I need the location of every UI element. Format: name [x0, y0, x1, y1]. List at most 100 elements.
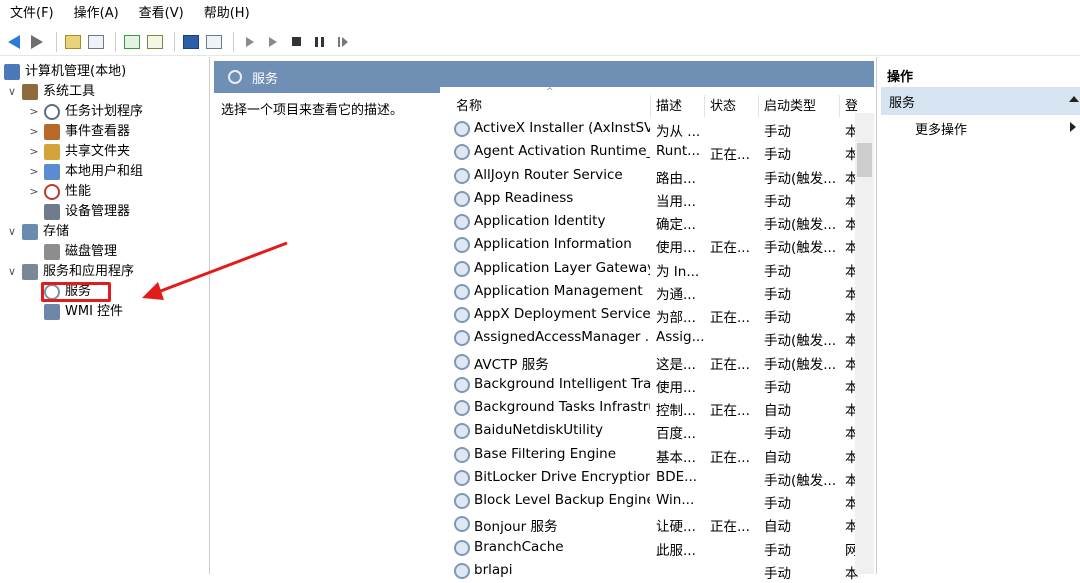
column-divider[interactable] — [839, 95, 840, 117]
service-status: 正在... — [710, 147, 750, 164]
service-status: 正在... — [710, 519, 750, 536]
column-divider[interactable] — [758, 95, 759, 117]
table-row[interactable]: AllJoyn Router Service 路由... 手动(触发... 本 — [440, 165, 874, 188]
service-startup-type: 手动 — [764, 147, 791, 164]
restart-service-button[interactable] — [332, 32, 352, 52]
service-startup-type: 手动 — [764, 379, 791, 396]
properties-button[interactable] — [204, 32, 224, 52]
services-header-title: 服务 — [252, 71, 279, 87]
expand-icon[interactable]: > — [28, 182, 40, 202]
table-row[interactable]: brlapi 手动本 — [440, 560, 874, 583]
service-name: App Readiness — [474, 189, 574, 206]
service-name: brlapi — [474, 561, 513, 578]
service-name: Bonjour 服务 — [474, 519, 558, 536]
show-hide-tree-button[interactable] — [86, 32, 106, 52]
service-description: Win... — [656, 492, 695, 508]
tree-item-storage[interactable]: ∨ 存储 — [6, 222, 69, 242]
services-apps-icon — [22, 264, 38, 280]
forward-arrow-icon — [31, 34, 43, 49]
tree-item-task-scheduler[interactable]: > 任务计划程序 — [28, 102, 143, 122]
start-service-button[interactable] — [240, 32, 260, 52]
table-row[interactable]: Agent Activation Runtime_... Runt... 正在...… — [440, 141, 874, 164]
tree-item-computer-management[interactable]: 计算机管理(本地) — [4, 62, 126, 82]
start-service-alt-button[interactable] — [263, 32, 283, 52]
table-row[interactable]: Application Management 为通... 手动本 — [440, 281, 874, 304]
service-startup-type: 手动 — [764, 542, 791, 559]
collapse-icon[interactable]: ∨ — [6, 82, 18, 102]
menu-file[interactable]: 文件(F) — [0, 0, 64, 28]
table-row[interactable]: ActiveX Installer (AxInstSV) 为从 ... 手动本 — [440, 118, 874, 141]
device-manager-icon — [44, 204, 60, 220]
table-row[interactable]: Block Level Backup Engine ...Win...手动本 — [440, 490, 874, 513]
service-name: Application Information — [474, 236, 632, 253]
service-startup-type: 自动 — [764, 449, 791, 466]
up-level-button[interactable] — [63, 32, 83, 52]
back-button[interactable] — [4, 32, 24, 52]
expand-icon[interactable]: > — [28, 102, 40, 122]
menu-action[interactable]: 操作(A) — [64, 0, 129, 28]
table-row[interactable]: BitLocker Drive Encryption ... BDE... 手动(触… — [440, 467, 874, 490]
gear-icon — [454, 283, 470, 300]
column-divider[interactable] — [650, 95, 651, 117]
tree-item-shared-folders[interactable]: > 共享文件夹 — [28, 142, 130, 162]
table-row[interactable]: BaiduNetdiskUtility 百度... 手动本 — [440, 420, 874, 443]
menu-view[interactable]: 查看(V) — [129, 0, 194, 28]
table-row[interactable]: BranchCache 此服... 手动网 — [440, 537, 874, 560]
tree-item-device-manager[interactable]: 设备管理器 — [28, 202, 130, 222]
column-header-description[interactable]: 描述 — [656, 95, 682, 115]
vertical-scrollbar[interactable] — [855, 113, 874, 574]
table-row[interactable]: AssignedAccessManager ... Assig... 手动(触发..… — [440, 327, 874, 350]
tree-item-performance[interactable]: > 性能 — [28, 182, 91, 202]
refresh-button[interactable] — [122, 32, 142, 52]
table-row[interactable]: Background Intelligent Tra... 使用... 手动本 — [440, 374, 874, 397]
gear-icon — [454, 167, 470, 184]
forward-button[interactable] — [27, 32, 47, 52]
tree-item-label: 事件查看器 — [65, 124, 131, 139]
table-row[interactable]: AppX Deployment Service ... 为部... 正在... 手动本 — [440, 304, 874, 327]
tree-item-disk-management[interactable]: 磁盘管理 — [28, 242, 117, 262]
scrollbar-thumb[interactable] — [857, 143, 872, 177]
tree-item-label: 本地用户和组 — [65, 164, 144, 179]
service-name: Application Identity — [474, 213, 606, 229]
expand-icon[interactable]: > — [28, 142, 40, 162]
table-row[interactable]: Bonjour 服务 让硬... 正在... 自动本 — [440, 513, 874, 536]
tree-item-local-users-groups[interactable]: > 本地用户和组 — [28, 162, 143, 182]
service-description: 使用... — [656, 240, 696, 257]
table-row[interactable]: Application Information 使用... 正在... 手动(触发..… — [440, 234, 874, 257]
collapse-icon[interactable]: ∨ — [6, 222, 18, 242]
menu-help[interactable]: 帮助(H) — [194, 0, 260, 28]
service-startup-type: 手动(触发... — [764, 240, 836, 257]
tree-item-wmi-control[interactable]: WMI 控件 — [28, 302, 123, 322]
collapse-icon[interactable] — [1069, 96, 1079, 102]
actions-section-services[interactable]: 服务 — [881, 87, 1080, 115]
export-list-button[interactable] — [145, 32, 165, 52]
table-row[interactable]: Application Identity 确定... 手动(触发... 本 — [440, 211, 874, 234]
table-row[interactable]: App Readiness 当用... 手动本 — [440, 188, 874, 211]
column-header-logon[interactable]: 登 — [845, 95, 857, 115]
tree-item-services-and-applications[interactable]: ∨ 服务和应用程序 — [6, 262, 134, 282]
more-actions-item[interactable]: 更多操作 — [915, 119, 967, 138]
stop-service-button[interactable] — [286, 32, 306, 52]
pause-service-button[interactable] — [309, 32, 329, 52]
service-description: 基本... — [656, 449, 696, 466]
column-header-startup-type[interactable]: 启动类型 — [764, 95, 816, 115]
table-row[interactable]: AVCTP 服务 这是... 正在... 手动(触发... 本 — [440, 351, 874, 374]
expand-icon[interactable]: > — [28, 162, 40, 182]
column-header-name[interactable]: 名称 — [456, 95, 482, 115]
table-row[interactable]: Background Tasks Infrastru... 控制... 正在... 自… — [440, 397, 874, 420]
back-arrow-icon — [8, 34, 20, 49]
tree-item-system-tools[interactable]: ∨ 系统工具 — [6, 82, 95, 102]
tree-item-label: 性能 — [65, 184, 92, 199]
service-name: Background Tasks Infrastru... — [474, 399, 650, 415]
service-startup-type: 手动 — [764, 263, 791, 280]
tree-item-event-viewer[interactable]: > 事件查看器 — [28, 122, 130, 142]
help-button[interactable] — [181, 32, 201, 52]
expand-icon[interactable]: > — [28, 122, 40, 142]
table-row[interactable]: Application Layer Gateway ...为 In...手动本 — [440, 258, 874, 281]
collapse-icon[interactable]: ∨ — [6, 262, 18, 282]
column-divider[interactable] — [704, 95, 705, 117]
column-header-status[interactable]: 状态 — [710, 95, 736, 115]
table-row[interactable]: Base Filtering Engine 基本... 正在... 自动本 — [440, 444, 874, 467]
console-tree: 计算机管理(本地) ∨ 系统工具 > 任务计划程序 > 事件查看器 > 共享文件… — [0, 57, 210, 574]
service-name: BaiduNetdiskUtility — [474, 422, 603, 439]
